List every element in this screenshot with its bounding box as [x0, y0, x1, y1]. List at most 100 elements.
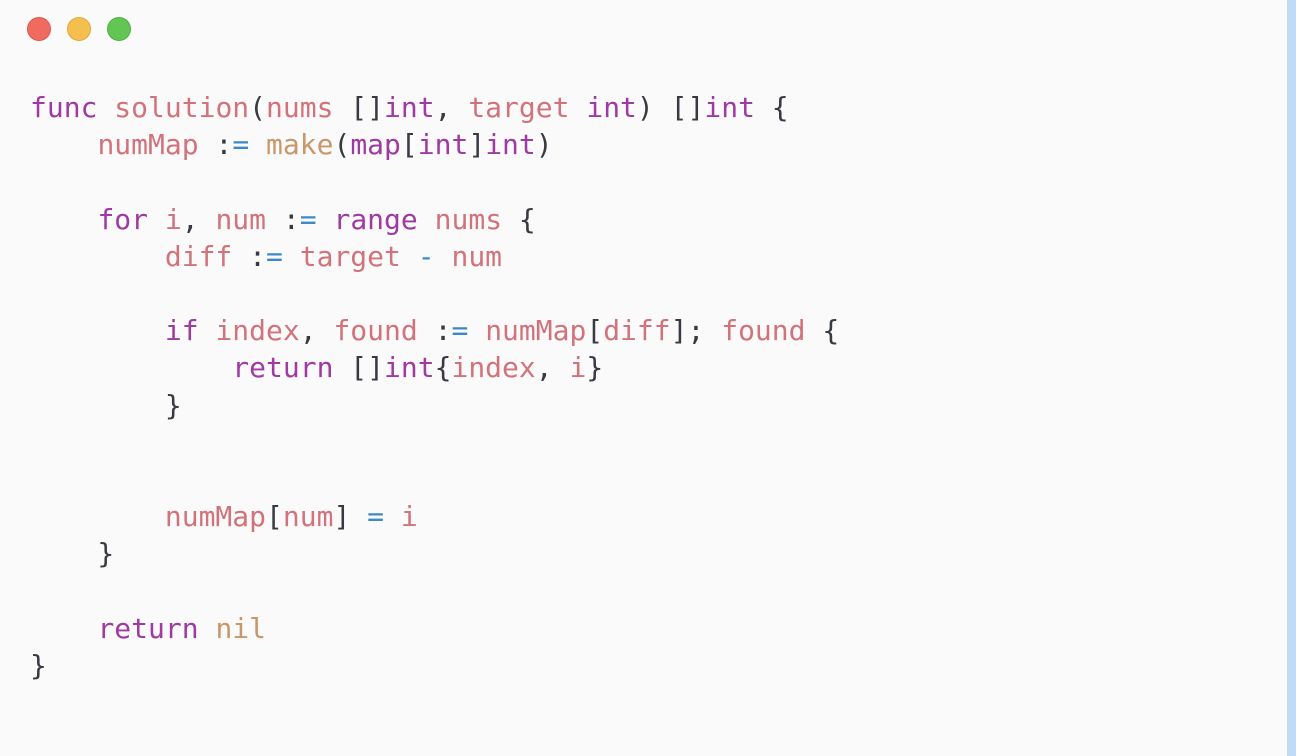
keyword-token: range — [333, 202, 418, 236]
identifier-token: i — [164, 202, 182, 236]
punctuation-token — [30, 314, 165, 347]
code-line: return []int{index, i} — [30, 349, 839, 386]
code-editor[interactable]: func solution(nums []int, target int) []… — [30, 89, 839, 684]
punctuation-token: } — [30, 388, 182, 422]
keyword-token: return — [232, 351, 334, 385]
code-line: } — [30, 387, 839, 424]
code-line: } — [30, 535, 839, 572]
punctuation-token: : — [266, 202, 300, 236]
punctuation-token: ( — [333, 128, 351, 162]
punctuation-token: , — [535, 351, 570, 385]
punctuation-token: : — [232, 239, 267, 273]
operator-token: = — [367, 500, 385, 534]
punctuation-token — [317, 203, 334, 236]
punctuation-token — [384, 500, 401, 533]
identifier-token: index — [215, 314, 300, 348]
identifier-token: num — [215, 202, 267, 236]
close-window-button[interactable] — [27, 17, 51, 41]
identifier-token: num — [451, 239, 503, 273]
operator-token: = — [266, 239, 283, 273]
punctuation-token: ] — [468, 128, 486, 162]
identifier-token: diff — [603, 314, 671, 348]
keyword-token: return — [97, 611, 199, 645]
identifier-token: numMap — [485, 314, 587, 348]
punctuation-token: [ — [266, 500, 283, 534]
identifier-token: target — [299, 239, 401, 273]
punctuation-token — [30, 128, 97, 161]
code-line: numMap := make(map[int]int) — [30, 126, 839, 163]
punctuation-token — [97, 91, 114, 124]
code-line: } — [30, 647, 839, 684]
code-line: numMap[num] = i — [30, 498, 839, 535]
type-token: int — [384, 91, 435, 124]
type-token: int — [485, 128, 536, 162]
punctuation-token — [199, 314, 216, 347]
punctuation-token: { — [502, 202, 536, 236]
punctuation-token: , — [181, 202, 216, 236]
punctuation-token — [30, 351, 232, 384]
identifier-token: diff — [164, 239, 233, 273]
identifier-token: i — [569, 351, 587, 385]
punctuation-token — [435, 240, 452, 273]
punctuation-token: ) [] — [636, 91, 705, 124]
operator-token: = — [299, 202, 317, 236]
builtin-token: nil — [215, 611, 267, 645]
punctuation-token: : — [417, 314, 452, 348]
identifier-token: target — [468, 91, 570, 124]
code-line: diff := target - num — [30, 238, 839, 275]
punctuation-token — [30, 612, 97, 645]
code-line: if index, found := numMap[diff]; found { — [30, 312, 839, 349]
type-token: int — [384, 351, 435, 385]
punctuation-token — [148, 203, 165, 236]
punctuation-token: { — [754, 91, 789, 124]
punctuation-token — [199, 612, 216, 645]
punctuation-token — [569, 91, 586, 124]
punctuation-token: , — [299, 314, 334, 348]
code-line: return nil — [30, 610, 839, 647]
identifier-token: i — [400, 500, 418, 534]
maximize-window-button[interactable] — [107, 17, 131, 41]
punctuation-token: ]; — [670, 314, 722, 348]
scrollbar[interactable] — [1287, 0, 1296, 756]
punctuation-token: : — [198, 128, 233, 162]
punctuation-token: , — [434, 91, 469, 124]
punctuation-token — [30, 240, 165, 273]
operator-token: = — [451, 314, 469, 348]
punctuation-token — [30, 500, 165, 533]
punctuation-token: [] — [333, 91, 385, 124]
code-line: func solution(nums []int, target int) []… — [30, 89, 839, 126]
punctuation-token: ) — [535, 128, 553, 162]
punctuation-token: [] — [333, 351, 385, 385]
identifier-token: found — [333, 314, 418, 348]
window-controls — [27, 17, 131, 41]
keyword-token: for — [97, 202, 149, 236]
punctuation-token — [30, 203, 97, 236]
identifier-token: num — [282, 500, 334, 534]
punctuation-token — [283, 240, 300, 273]
punctuation-token: ( — [249, 91, 267, 124]
identifier-token: nums — [434, 202, 503, 236]
type-token: map — [350, 128, 401, 162]
operator-token: = — [232, 128, 250, 162]
identifier-token: numMap — [164, 500, 267, 534]
punctuation-token: [ — [586, 314, 604, 348]
identifier-token: numMap — [97, 128, 199, 162]
punctuation-token — [418, 203, 435, 236]
punctuation-token: } — [30, 648, 47, 682]
punctuation-token: { — [805, 314, 840, 348]
punctuation-token — [401, 240, 418, 273]
punctuation-token: } — [30, 537, 115, 571]
minimize-window-button[interactable] — [67, 17, 91, 41]
identifier-token: found — [721, 314, 806, 348]
punctuation-token — [249, 128, 266, 161]
identifier-token: nums — [266, 91, 334, 124]
keyword-token: func — [30, 91, 98, 124]
function-name-token: solution — [114, 91, 250, 124]
operator-token: - — [417, 239, 435, 273]
identifier-token: index — [451, 351, 536, 385]
